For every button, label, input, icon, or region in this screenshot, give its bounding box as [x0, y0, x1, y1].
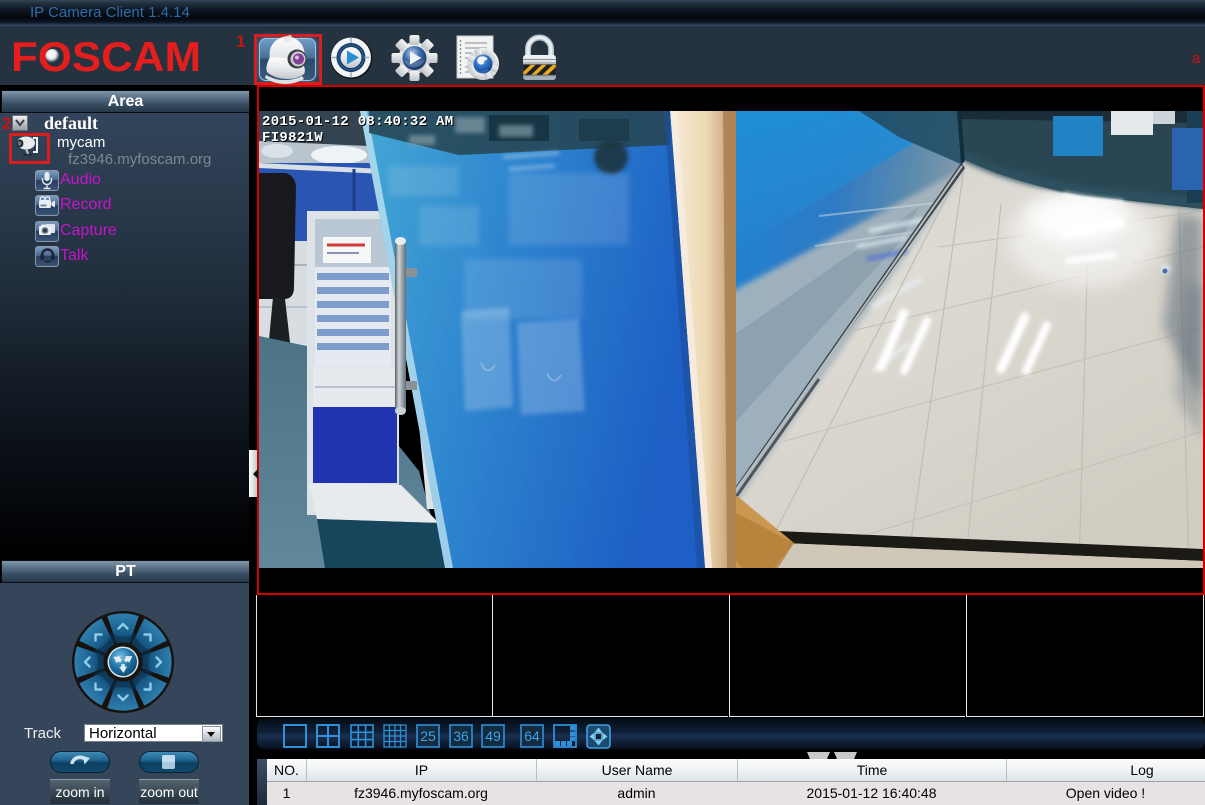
svg-text:64: 64 [524, 728, 540, 744]
svg-text:49: 49 [485, 728, 501, 744]
svg-text:FOSCAM: FOSCAM [11, 33, 201, 80]
svg-text:25: 25 [420, 728, 436, 744]
svg-text:36: 36 [453, 728, 469, 744]
